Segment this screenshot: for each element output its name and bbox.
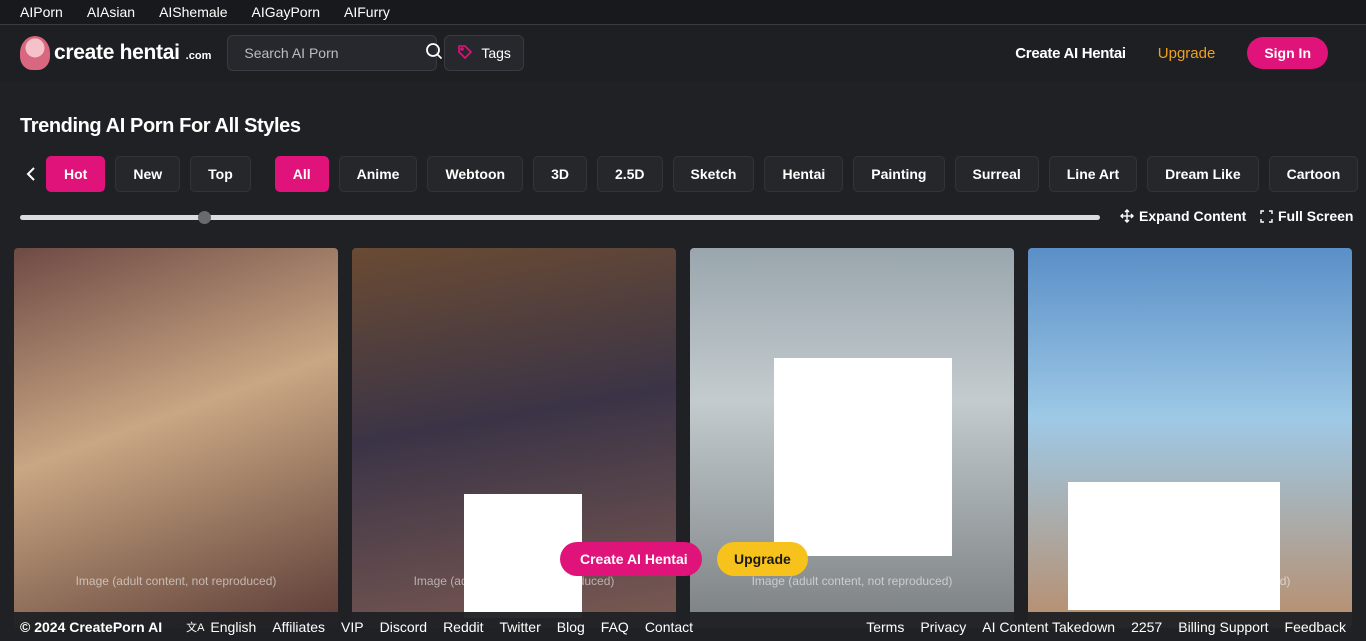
top-link-aigayporn[interactable]: AIGayPorn [252,4,320,20]
sort-chip-hot[interactable]: Hot [46,156,106,192]
sign-in-button[interactable]: Sign In [1247,37,1328,69]
search-input[interactable] [244,45,426,61]
site-header: create hentai .com Tags Create AI Hentai… [0,25,1366,81]
style-chip-line-art[interactable]: Line Art [1048,156,1138,192]
expand-content-button[interactable]: Expand Content [1120,208,1246,224]
style-chip-dream-like[interactable]: Dream Like [1147,156,1259,192]
sort-chip-top[interactable]: Top [190,156,251,192]
footer-link-2257[interactable]: 2257 [1131,619,1162,635]
slider-handle[interactable] [197,211,211,224]
footer-link-contact[interactable]: Contact [645,619,693,635]
style-chip-sketch[interactable]: Sketch [672,156,755,192]
censor-mask [1068,482,1280,610]
scroll-left-button[interactable] [26,156,36,192]
gallery-card[interactable]: Image (adult content, not reproduced) [1028,248,1352,628]
search-box [227,35,443,71]
page-title: Trending AI Porn For All Styles [20,115,301,137]
footer-link-faq[interactable]: FAQ [601,619,629,635]
style-chip-webtoon[interactable]: Webtoon [427,156,524,192]
footer-link-affiliates[interactable]: Affiliates [272,619,325,635]
footer-legal-links: Terms Privacy AI Content Takedown 2257 B… [866,619,1346,635]
footer-link-blog[interactable]: Blog [557,619,585,635]
tags-label: Tags [481,45,511,61]
logo-mascot-icon [20,36,50,70]
top-links-bar: AIPorn AIAsian AIShemale AIGayPorn AIFur… [0,0,1366,25]
footer-link-vip[interactable]: VIP [341,619,364,635]
style-chip-painting[interactable]: Painting [853,156,945,192]
image-placeholder-label: Image (adult content, not reproduced) [751,574,953,588]
tags-button[interactable]: Tags [444,35,524,71]
footer-link-privacy[interactable]: Privacy [920,619,966,635]
full-screen-label: Full Screen [1278,208,1354,224]
style-chip-2-5d[interactable]: 2.5D [596,156,663,192]
top-link-aiasian[interactable]: AIAsian [87,4,135,20]
expand-content-label: Expand Content [1139,208,1247,224]
gallery-card[interactable]: Image (adult content, not reproduced) [14,248,338,628]
image-placeholder-label: Image (adult content, not reproduced) [75,574,277,588]
top-link-aifurry[interactable]: AIFurry [344,4,390,20]
fullscreen-icon [1260,209,1273,223]
footer-link-twitter[interactable]: Twitter [500,619,541,635]
move-arrows-icon [1120,209,1134,223]
censor-mask [774,358,952,556]
gallery-controls: Expand Content Full Screen [20,207,1353,227]
footer-link-billing-support[interactable]: Billing Support [1178,619,1268,635]
full-screen-button[interactable]: Full Screen [1260,208,1353,224]
style-chip-cartoon[interactable]: Cartoon [1268,156,1359,192]
search-icon[interactable] [425,42,443,65]
footer-link-feedback[interactable]: Feedback [1285,619,1346,635]
footer-link-takedown[interactable]: AI Content Takedown [982,619,1115,635]
image-placeholder-label: Image (adult content, not reproduced) [1089,574,1291,588]
style-chip-surreal[interactable]: Surreal [954,156,1039,192]
top-link-aishemale[interactable]: AIShemale [159,4,227,20]
thumbnail-size-slider[interactable] [20,211,1100,224]
style-chip-anime[interactable]: Anime [338,156,418,192]
language-label: English [210,618,257,635]
site-logo[interactable]: create hentai .com [20,36,211,70]
style-chip-all[interactable]: All [274,156,329,192]
floating-upgrade-button[interactable]: Upgrade [717,542,808,576]
language-selector[interactable]: 文A English [186,619,256,635]
style-chip-3d[interactable]: 3D [533,156,587,192]
tag-icon [457,44,473,63]
sort-chip-new[interactable]: New [115,156,181,192]
copyright: © 2024 CreatePorn AI [20,618,163,635]
upgrade-link[interactable]: Upgrade [1158,45,1216,62]
logo-text: create hentai [54,41,180,64]
floating-create-button[interactable]: Create AI Hentai [560,542,702,576]
header-nav: Create AI Hentai Upgrade Sign In [1015,37,1346,69]
translate-icon: 文A [186,621,205,634]
footer-link-discord[interactable]: Discord [380,619,427,635]
logo-suffix: .com [185,50,212,62]
image-placeholder-label: Image (adult content, not reproduced) [413,574,615,588]
style-chip-hentai[interactable]: Hentai [764,156,844,192]
footer-link-reddit[interactable]: Reddit [443,619,483,635]
site-footer: © 2024 CreatePorn AI 文A English Affiliat… [0,612,1366,641]
chevron-left-icon [26,167,35,181]
top-link-aiporn[interactable]: AIPorn [20,4,63,20]
filter-bar: Hot New Top All Anime Webtoon 3D 2.5D Sk… [26,156,1359,192]
create-ai-hentai-link[interactable]: Create AI Hentai [1015,45,1126,62]
footer-link-terms[interactable]: Terms [866,619,904,635]
